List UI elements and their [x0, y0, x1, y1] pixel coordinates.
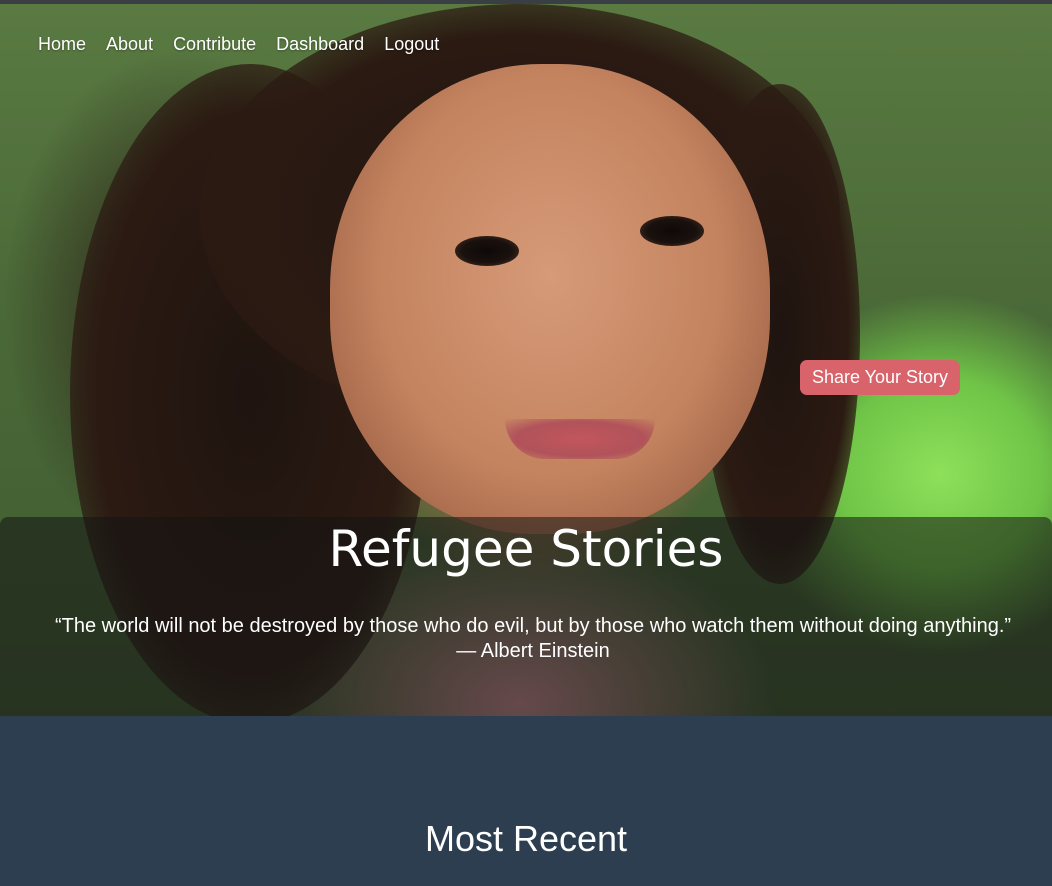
hero-photo-eye-right: [640, 216, 704, 246]
hero-quote: “The world will not be destroyed by thos…: [54, 615, 1012, 662]
hero-photo-face: [330, 64, 770, 534]
share-your-story-button[interactable]: Share Your Story: [800, 360, 960, 395]
hero-title: Refugee Stories: [328, 520, 724, 578]
hero-photo-eye-left: [455, 236, 519, 266]
nav-link-dashboard[interactable]: Dashboard: [276, 34, 364, 55]
nav-link-about[interactable]: About: [106, 34, 153, 55]
most-recent-heading: Most Recent: [424, 818, 628, 859]
nav-link-logout[interactable]: Logout: [384, 34, 439, 55]
hero-photo-mouth: [505, 419, 655, 459]
nav-link-home[interactable]: Home: [38, 34, 86, 55]
nav-link-contribute[interactable]: Contribute: [173, 34, 256, 55]
main-nav: Home About Contribute Dashboard Logout: [38, 34, 439, 55]
